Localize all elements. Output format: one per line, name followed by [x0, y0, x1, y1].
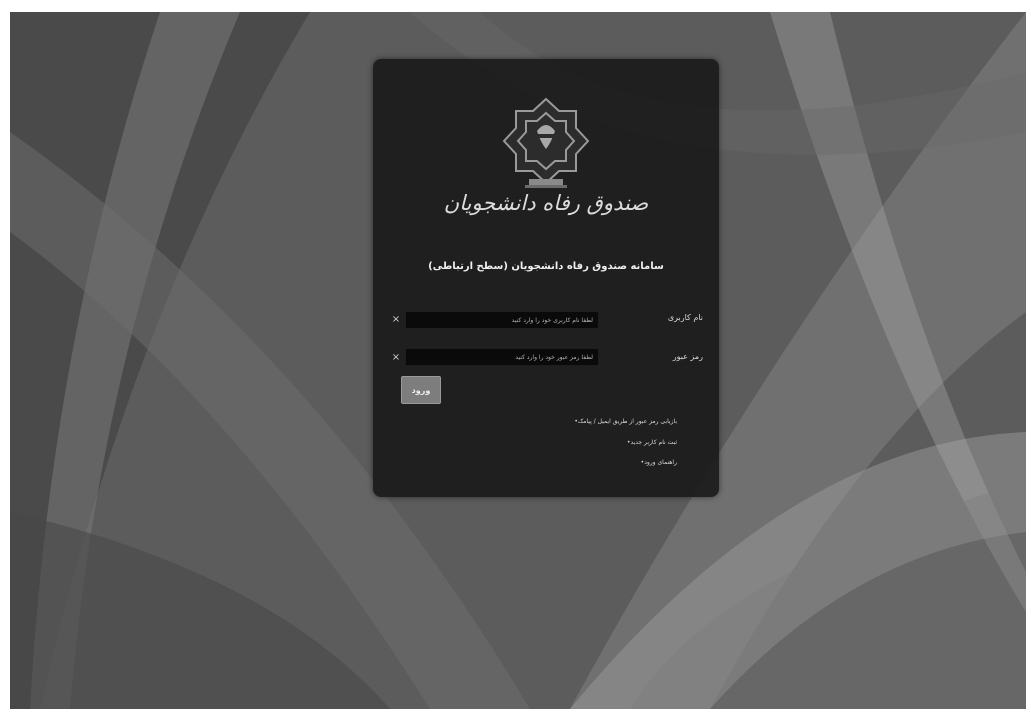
password-label: رمز عبور	[672, 352, 703, 361]
forgot-password-link[interactable]: بازیابی رمز عبور از طریق ایمیل / پیامک•	[571, 418, 677, 425]
login-button[interactable]: ورود	[401, 376, 441, 404]
password-input[interactable]	[405, 348, 599, 366]
username-label: نام کاربری	[667, 313, 703, 322]
login-card: صندوق رفاه دانشجویان سامانه صندوق رفاه د…	[373, 59, 719, 497]
university-emblem-icon	[491, 91, 601, 241]
register-link[interactable]: ثبت نام کاربر جدید•	[624, 439, 677, 446]
help-link[interactable]: راهنمای ورود•	[638, 459, 677, 466]
link-label: راهنمای ورود	[644, 459, 677, 466]
page-title: سامانه صندوق رفاه دانشجویان (سطح ارتباطی…	[428, 261, 664, 272]
brand-name: صندوق رفاه دانشجویان	[443, 191, 649, 215]
screen: صندوق رفاه دانشجویان سامانه صندوق رفاه د…	[10, 12, 1026, 709]
close-icon[interactable]: ×	[390, 314, 402, 326]
close-icon[interactable]: ×	[390, 352, 402, 364]
link-label: ثبت نام کاربر جدید	[630, 439, 677, 446]
link-label: بازیابی رمز عبور از طریق ایمیل / پیامک	[577, 418, 677, 425]
username-input[interactable]	[405, 311, 599, 329]
